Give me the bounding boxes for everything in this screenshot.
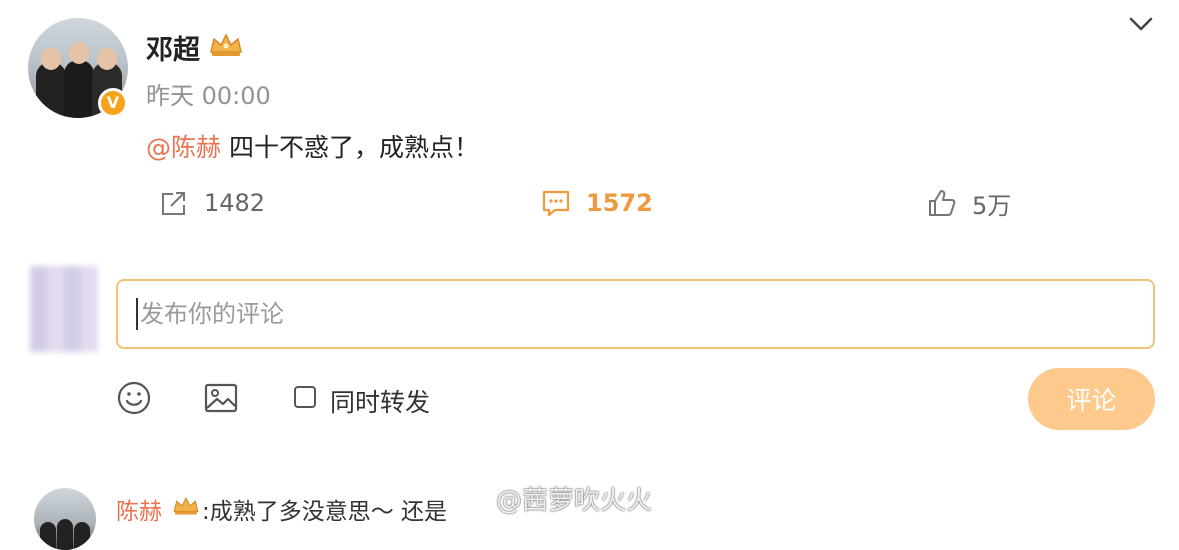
comment-button[interactable]: 1572 — [540, 186, 653, 220]
post-timestamp: 昨天 00:00 — [146, 82, 271, 110]
comment-count: 1572 — [586, 189, 653, 217]
repost-checkbox-label[interactable]: 同时转发 — [330, 383, 430, 419]
avatar-face — [97, 48, 117, 70]
avatar-person — [57, 519, 73, 550]
reply-text: :成熟了多没意思～ 还是 — [202, 499, 448, 525]
avatar-person — [64, 60, 94, 118]
comment-input[interactable] — [116, 279, 1155, 349]
crown-icon — [173, 496, 199, 515]
reply-author-name[interactable]: 陈赫 — [116, 492, 162, 526]
avatar-face — [41, 48, 61, 70]
avatar-face — [69, 42, 89, 64]
repost-button[interactable]: 1482 — [158, 186, 265, 220]
chevron-down-icon[interactable] — [1126, 12, 1156, 36]
avatar-person — [36, 62, 66, 118]
like-button[interactable]: 5万 — [926, 186, 1011, 220]
verified-badge-icon: V — [98, 88, 128, 118]
reply-author-avatar[interactable] — [34, 488, 96, 550]
repost-checkbox[interactable] — [294, 386, 316, 408]
avatar-person — [40, 522, 56, 550]
crown-icon — [210, 33, 242, 56]
emoji-icon[interactable] — [116, 380, 152, 416]
comment-icon — [542, 190, 570, 217]
text-cursor — [136, 298, 138, 330]
post-content: @陈赫 四十不惑了，成熟点！ — [146, 128, 479, 164]
share-icon — [162, 192, 185, 215]
author-name[interactable]: 邓超 — [146, 28, 200, 67]
repost-count: 1482 — [204, 189, 266, 217]
post-text: 四十不惑了，成熟点！ — [221, 133, 479, 162]
submit-comment-button[interactable]: 评论 — [1028, 368, 1155, 430]
mention-link[interactable]: @陈赫 — [146, 133, 221, 162]
avatar-person — [74, 522, 90, 550]
watermark: @茜萝吹火火 — [496, 486, 653, 516]
image-icon[interactable] — [203, 380, 239, 416]
like-count: 5万 — [972, 191, 1012, 220]
current-user-avatar — [30, 266, 98, 352]
thumbs-up-icon — [929, 190, 956, 216]
